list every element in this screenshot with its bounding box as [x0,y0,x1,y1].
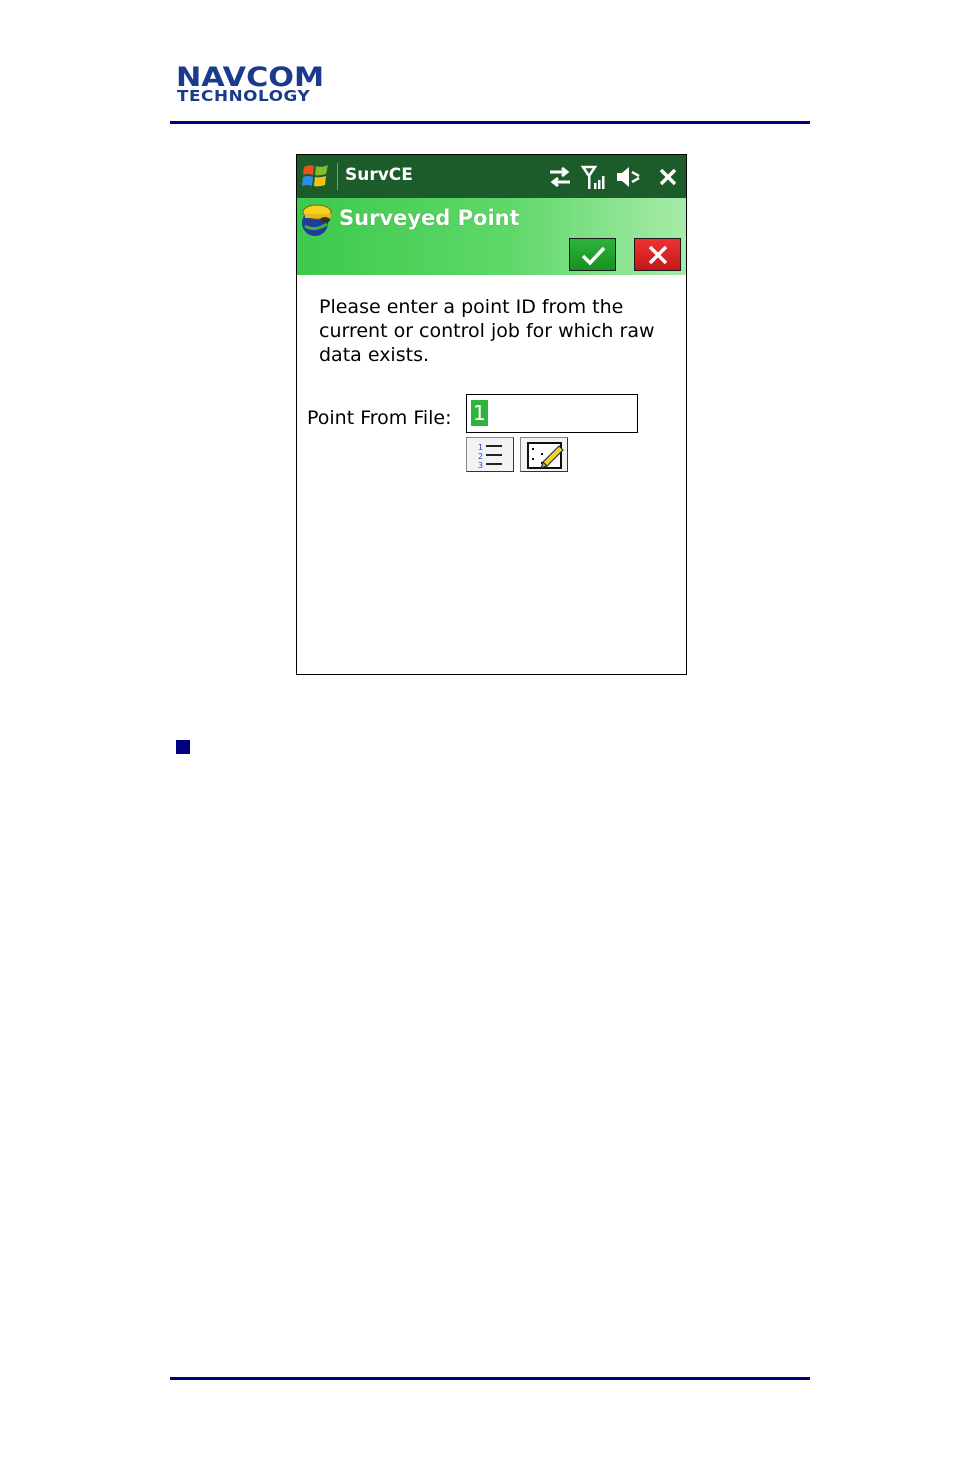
signal-antenna-icon[interactable] [580,163,609,191]
logo-line-2: TECHNOLOGY [177,87,311,105]
cancel-button[interactable] [634,238,681,271]
footer-rule [170,1377,810,1380]
point-list-button[interactable]: 1 2 3 [466,437,514,472]
header-rule [170,121,810,124]
point-id-input[interactable]: 1 [466,394,638,433]
sync-arrows-icon[interactable] [546,163,574,191]
point-from-file-label: Point From File: [307,407,452,429]
map-pick-button[interactable] [520,437,568,472]
checkmark-icon [581,246,606,266]
app-title: SurvCE [345,165,413,185]
title-separator [337,163,338,190]
map-pick-icon [527,442,564,469]
list-bullet [176,740,190,754]
navcom-logo: NAVCOM TECHNOLOGY [176,62,362,105]
surveyor-helmet-icon [301,202,335,240]
svg-text:3: 3 [478,461,483,470]
page-title: Surveyed Point [339,206,520,230]
svg-text:1: 1 [478,443,483,452]
svg-text:2: 2 [478,452,483,461]
numbered-list-icon: 1 2 3 [478,443,502,470]
windows-start-icon[interactable] [301,161,331,191]
page-header: Surveyed Point [297,198,686,275]
title-bar: SurvCE [297,155,686,198]
point-id-value: 1 [471,400,488,426]
x-mark-icon [648,245,668,265]
close-icon[interactable] [655,163,683,191]
device-screen: SurvCE Surveyed Point Please enter a poi… [296,154,687,675]
speaker-muted-icon[interactable] [614,163,642,191]
ok-button[interactable] [569,238,616,271]
instruction-text: Please enter a point ID from the current… [319,296,655,366]
